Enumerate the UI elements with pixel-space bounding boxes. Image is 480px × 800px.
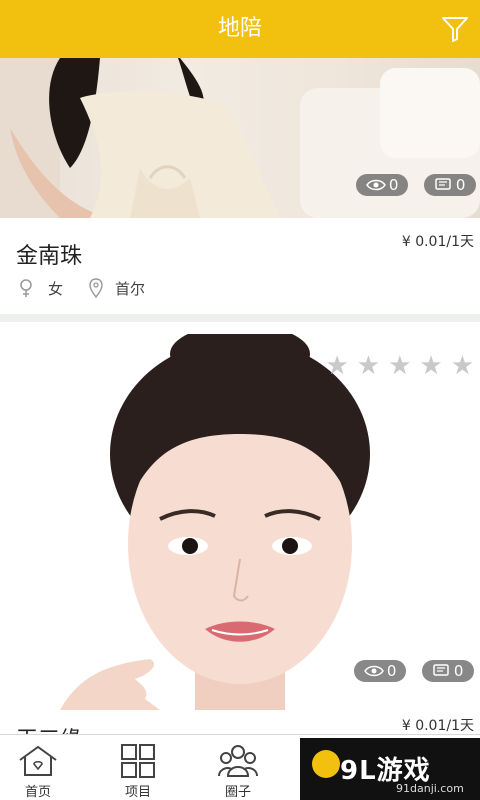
nav-item-projects[interactable]: 项目 bbox=[88, 735, 188, 800]
guide-meta: 女 首尔 bbox=[18, 277, 145, 299]
guide-price: ¥ 0.01/1天 bbox=[401, 718, 474, 734]
app-header: 地陪 bbox=[0, 0, 480, 58]
guide-name[interactable]: 王三缘 bbox=[16, 722, 82, 734]
view-count: 0 bbox=[388, 176, 399, 194]
guide-price: ¥ 0.01/1天 bbox=[401, 234, 474, 250]
eye-icon bbox=[363, 665, 384, 677]
guide-name[interactable]: 金南珠 bbox=[16, 238, 82, 270]
view-count-badge: 0 bbox=[354, 660, 406, 682]
home-icon bbox=[19, 745, 57, 776]
page-title: 地陪 bbox=[217, 16, 262, 41]
star-icon: ★ bbox=[325, 351, 349, 381]
guide-card[interactable]: ★ ★ ★ ★ ★ 0 0 ¥ 0.01/1天 王三缘 bbox=[0, 322, 480, 734]
nav-label: 首页 bbox=[24, 785, 51, 800]
female-icon bbox=[18, 278, 34, 298]
view-count: 0 bbox=[386, 662, 397, 680]
comment-count: 0 bbox=[453, 662, 464, 680]
filter-icon bbox=[442, 17, 468, 42]
comment-icon bbox=[432, 664, 449, 676]
guide-feed[interactable]: 0 0 ¥ 0.01/1天 金南珠 女 首尔 ★ ★ ★ ★ ★ 0 0 ¥ 0… bbox=[0, 58, 480, 734]
location-pin-icon bbox=[89, 278, 103, 298]
watermark-logo-icon bbox=[312, 750, 340, 778]
nav-label: 项目 bbox=[124, 785, 151, 800]
nav-item-circle[interactable]: 圈子 bbox=[188, 735, 288, 800]
watermark-url: 91danji.com bbox=[396, 782, 464, 795]
watermark: 9L游戏 91danji.com bbox=[300, 738, 480, 800]
group-icon bbox=[218, 745, 258, 777]
grid-icon bbox=[121, 744, 155, 778]
guide-photo[interactable]: 0 0 bbox=[0, 58, 480, 218]
comment-count-badge: 0 bbox=[424, 174, 476, 196]
comment-icon bbox=[434, 178, 451, 190]
guide-city: 首尔 bbox=[115, 279, 146, 298]
star-icon: ★ bbox=[450, 351, 474, 381]
guide-photo[interactable]: ★ ★ ★ ★ ★ 0 0 bbox=[0, 334, 480, 710]
view-count-badge: 0 bbox=[356, 174, 408, 196]
filter-button[interactable] bbox=[438, 12, 472, 46]
star-icon: ★ bbox=[388, 351, 412, 381]
nav-label: 圈子 bbox=[224, 785, 251, 800]
eye-icon bbox=[365, 179, 386, 191]
rating-stars: ★ ★ ★ ★ ★ bbox=[325, 353, 474, 379]
guide-card[interactable]: 0 0 ¥ 0.01/1天 金南珠 女 首尔 bbox=[0, 58, 480, 314]
comment-count: 0 bbox=[455, 176, 466, 194]
star-icon: ★ bbox=[419, 351, 443, 381]
comment-count-badge: 0 bbox=[422, 660, 474, 682]
guide-gender: 女 bbox=[48, 279, 64, 298]
nav-item-home[interactable]: 首页 bbox=[0, 735, 88, 800]
star-icon: ★ bbox=[356, 351, 381, 381]
